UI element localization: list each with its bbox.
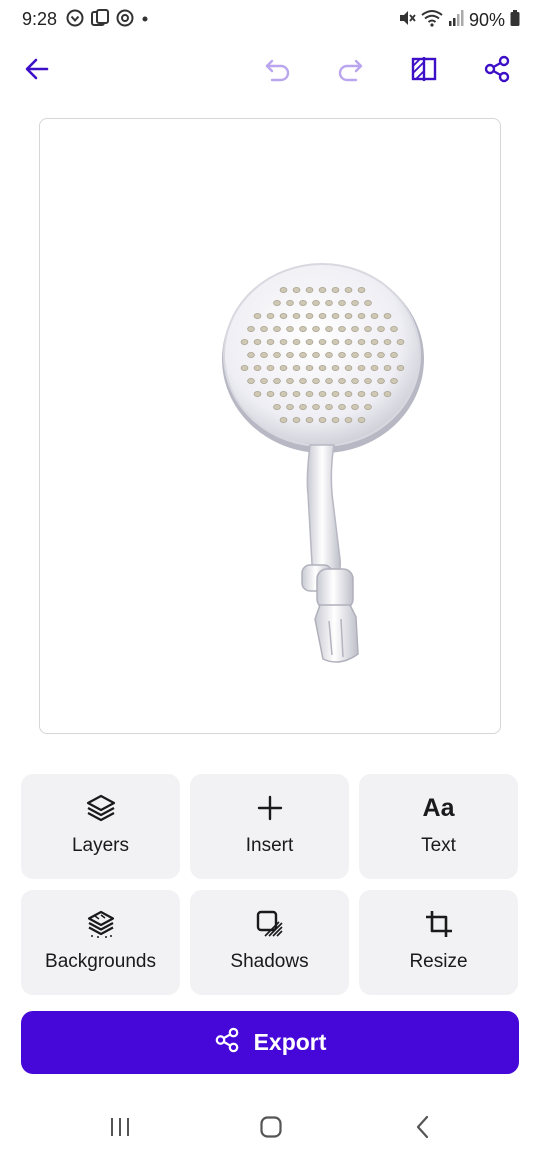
tool-shadows[interactable]: Shadows <box>190 890 349 995</box>
compare-icon <box>410 56 438 87</box>
signal-icon <box>448 9 464 32</box>
home-button[interactable] <box>251 1114 291 1144</box>
compare-button[interactable] <box>409 56 439 86</box>
undo-icon <box>264 56 292 87</box>
backgrounds-icon <box>86 909 116 939</box>
recents-button[interactable] <box>100 1114 140 1144</box>
shadows-icon <box>255 909 285 939</box>
redo-button[interactable] <box>335 56 365 86</box>
status-bar: 9:28 90% <box>0 0 540 40</box>
share-button[interactable] <box>482 55 512 88</box>
back-chevron-icon <box>414 1115 432 1144</box>
tool-label: Resize <box>409 951 468 972</box>
export-label: Export <box>253 1029 327 1055</box>
tool-label: Insert <box>245 835 294 856</box>
text-icon-glyph: Aa <box>422 794 455 822</box>
export-button[interactable]: Export <box>21 1011 519 1074</box>
text-icon: Aa <box>423 793 455 823</box>
status-time: 9:28 <box>22 9 58 29</box>
status-left-icons <box>66 9 150 27</box>
recents-icon <box>108 1116 132 1143</box>
share-icon <box>214 1027 240 1058</box>
back-nav-button[interactable] <box>403 1114 443 1144</box>
system-nav-bar <box>0 1098 540 1158</box>
tool-backgrounds[interactable]: Backgrounds <box>21 890 180 995</box>
crop-icon <box>424 909 454 939</box>
tools-grid: Layers Insert Aa Text Backgrounds Shadow… <box>21 774 519 995</box>
status-right: 90% <box>398 9 520 32</box>
design-canvas[interactable] <box>39 118 501 734</box>
tool-label: Text <box>421 835 456 856</box>
back-button[interactable] <box>22 56 52 86</box>
arrow-left-icon <box>24 56 50 87</box>
dot-icon <box>140 9 150 27</box>
redo-icon <box>336 56 364 87</box>
tool-layers[interactable]: Layers <box>21 774 180 879</box>
tool-text[interactable]: Aa Text <box>359 774 518 879</box>
tool-label: Layers <box>71 835 130 856</box>
share-icon <box>483 55 511 88</box>
battery-text: 90% <box>468 10 505 30</box>
tool-resize[interactable]: Resize <box>359 890 518 995</box>
plus-icon <box>256 793 284 823</box>
home-icon <box>259 1115 283 1144</box>
tool-insert[interactable]: Insert <box>190 774 349 879</box>
shower-head-image[interactable] <box>40 119 501 734</box>
undo-button[interactable] <box>263 56 293 86</box>
cards-icon <box>90 9 110 27</box>
tool-label: Shadows <box>230 951 309 972</box>
battery-icon <box>510 9 520 32</box>
mute-icon <box>398 9 416 32</box>
tool-label: Backgrounds <box>45 951 156 972</box>
app-notification-icon <box>66 9 84 27</box>
editor-toolbar <box>0 48 540 94</box>
layers-icon <box>86 793 116 823</box>
wifi-icon <box>421 9 443 32</box>
sync-icon <box>116 9 134 27</box>
